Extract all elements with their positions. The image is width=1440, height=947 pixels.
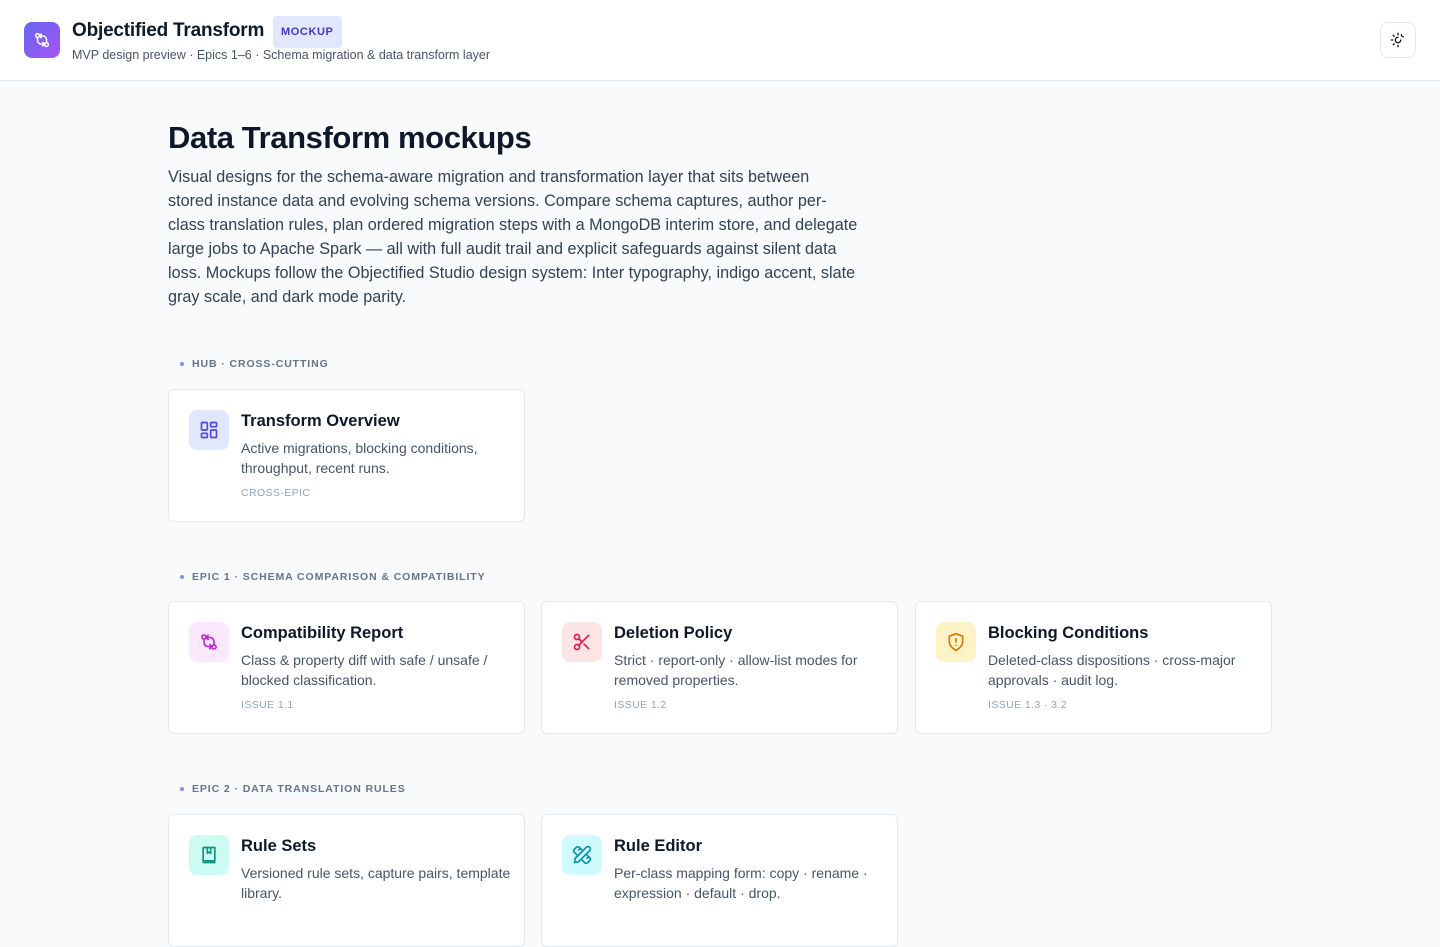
card-tag: ISSUE 1.2: [614, 699, 667, 711]
layout-grid-icon: [189, 410, 229, 450]
section-label-epic-2: EPIC 2 · DATA TRANSLATION RULES: [180, 783, 406, 795]
card-title: Deletion Policy: [614, 624, 733, 642]
page-title: Data Transform mockups: [168, 120, 532, 155]
section-label-hub: HUB · CROSS-CUTTING: [180, 358, 329, 370]
git-compare-icon[interactable]: [24, 22, 60, 58]
card-title: Rule Editor: [614, 837, 703, 855]
sun-moon-icon: [1390, 32, 1404, 48]
card-tag: ISSUE 1.3 · 3.2: [988, 699, 1067, 711]
page-intro: Visual designs for the schema-aware migr…: [168, 168, 858, 306]
scissors-icon: [562, 622, 602, 662]
bullet-dot: [180, 362, 184, 366]
git-compare-icon: [189, 622, 229, 662]
app-title: Objectified Transform: [72, 20, 265, 41]
section-label-epic-1: EPIC 1 · SCHEMA COMPARISON & COMPATIBILI…: [180, 571, 486, 583]
card-rule-editor[interactable]: Rule Editor Per-class mapping form: copy…: [541, 814, 898, 947]
bullet-dot: [180, 575, 184, 579]
card-title: Compatibility Report: [241, 624, 404, 642]
card-title: Transform Overview: [241, 412, 400, 430]
bullet-dot: [180, 787, 184, 791]
pencil-ruler-icon: [562, 835, 602, 875]
card-transform-overview[interactable]: Transform Overview Active migrations, bl…: [168, 389, 525, 522]
section-label-text: EPIC 2 · DATA TRANSLATION RULES: [192, 783, 406, 795]
section-label-text: HUB · CROSS-CUTTING: [192, 358, 329, 370]
card-tag: CROSS-EPIC: [241, 487, 311, 499]
card-title: Blocking Conditions: [988, 624, 1149, 642]
card-compatibility-report[interactable]: Compatibility Report Class & property di…: [168, 601, 525, 734]
theme-toggle-button[interactable]: [1380, 22, 1416, 58]
card-description: Class & property diff with safe / unsafe…: [241, 652, 488, 688]
card-description: Versioned rule sets, capture pairs, temp…: [241, 865, 511, 901]
card-title: Rule Sets: [241, 837, 317, 855]
top-header: Objectified Transform MOCKUP MVP design …: [0, 0, 1440, 81]
book-icon: [189, 835, 229, 875]
mockup-badge: MOCKUP: [273, 16, 342, 48]
card-description: Per-class mapping form: copy · rename · …: [614, 865, 868, 901]
card-description: Active migrations, blocking conditions, …: [241, 440, 478, 476]
section-label-text: EPIC 1 · SCHEMA COMPARISON & COMPATIBILI…: [192, 571, 486, 583]
card-deletion-policy[interactable]: Deletion Policy Strict · report-only · a…: [541, 601, 898, 734]
card-tag: ISSUE 1.1: [241, 699, 294, 711]
card-description: Deleted-class dispositions · cross-major…: [988, 652, 1236, 688]
card-description: Strict · report-only · allow-list modes …: [614, 652, 858, 688]
shield-alert-icon: [936, 622, 976, 662]
app-subtitle: MVP design preview · Epics 1–6 · Schema …: [72, 48, 491, 62]
card-rule-sets[interactable]: Rule Sets Versioned rule sets, capture p…: [168, 814, 525, 947]
card-blocking-conditions[interactable]: Blocking Conditions Deleted-class dispos…: [915, 601, 1272, 734]
